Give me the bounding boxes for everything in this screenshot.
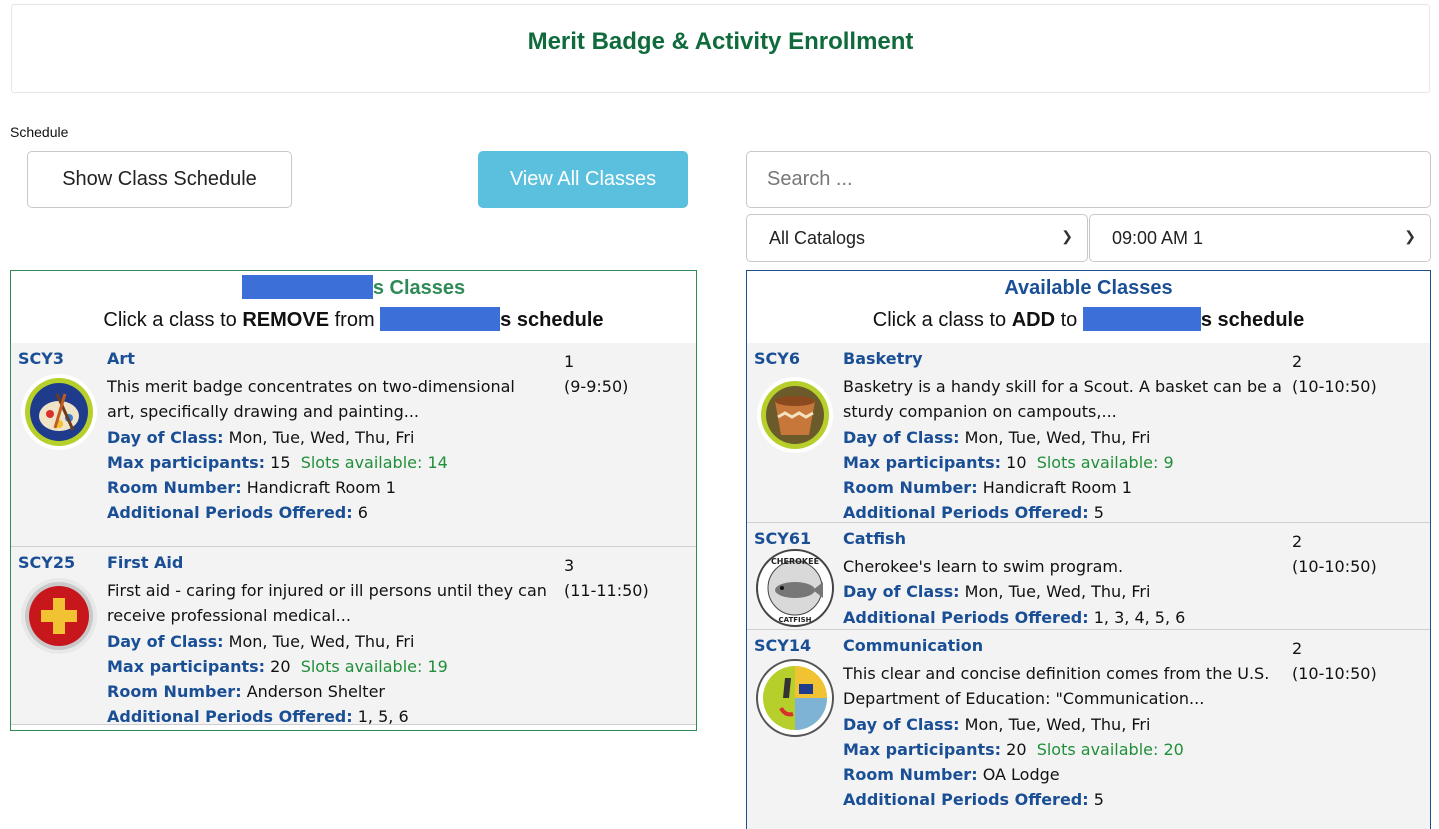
class-code: SCY61: [754, 529, 812, 548]
class-row-scy61[interactable]: SCY61 Catfish 2 (10-10:50) CHEROKEE CATF…: [747, 523, 1430, 630]
slots-available: Slots available: 19: [300, 656, 448, 676]
class-name[interactable]: Catfish: [843, 529, 906, 548]
class-name[interactable]: Communication: [843, 636, 983, 655]
chevron-down-icon: ❯: [1404, 228, 1416, 244]
schedule-label: Schedule: [10, 124, 69, 140]
class-description: This clear and concise definition comes …: [843, 664, 1270, 709]
class-details: First aid - caring for injured or ill pe…: [107, 578, 547, 730]
class-row-scy6[interactable]: SCY6 Basketry 2 (10-10:50) Basketry is a…: [747, 343, 1430, 523]
class-details: This merit badge concentrates on two-dim…: [107, 374, 547, 526]
class-description: This merit badge concentrates on two-dim…: [107, 377, 515, 422]
first-aid-badge-icon: [21, 578, 97, 654]
class-period: 2 (10-10:50): [1292, 352, 1377, 396]
available-classes-panel: Available Classes Click a class to ADD t…: [746, 270, 1431, 829]
slots-available: Slots available: 20: [1036, 739, 1184, 759]
class-code: SCY14: [754, 636, 812, 655]
time-select-value: 09:00 AM 1: [1112, 227, 1204, 248]
redacted-name: [1082, 306, 1201, 331]
available-classes-title: Available Classes: [1004, 277, 1173, 299]
class-details: This clear and concise definition comes …: [843, 661, 1288, 813]
class-details: Cherokee's learn to swim program. Day of…: [843, 554, 1288, 630]
class-period: 2 (10-10:50): [1292, 532, 1377, 576]
class-row-scy14[interactable]: SCY14 Communication 2 (10-10:50) This cl…: [747, 630, 1430, 829]
class-details: Basketry is a handy skill for a Scout. A…: [843, 374, 1288, 526]
svg-text:CATFISH: CATFISH: [778, 616, 811, 624]
svg-text:CHEROKEE: CHEROKEE: [771, 557, 819, 566]
catfish-badge-icon: CHEROKEE CATFISH: [756, 549, 834, 627]
class-name[interactable]: Basketry: [843, 349, 923, 368]
redacted-name: [241, 274, 373, 299]
art-badge-icon: [21, 374, 97, 450]
class-description: Cherokee's learn to swim program.: [843, 557, 1124, 576]
class-period: 1 (9-9:50): [564, 352, 629, 396]
my-classes-title: s Classes: [11, 274, 696, 301]
catalog-select[interactable]: All Catalogs ❯: [746, 214, 1088, 262]
view-all-classes-button[interactable]: View All Classes: [478, 151, 688, 208]
my-classes-panel: s Classes Click a class to REMOVE from s…: [10, 270, 697, 731]
class-name[interactable]: First Aid: [107, 553, 183, 572]
class-row-scy3[interactable]: SCY3 Art 1 (9-9:50) This merit badge con…: [11, 343, 696, 547]
page-title: Merit Badge & Activity Enrollment: [527, 28, 914, 55]
class-code: SCY3: [18, 349, 64, 368]
chevron-down-icon: ❯: [1061, 228, 1073, 244]
show-class-schedule-button[interactable]: Show Class Schedule: [27, 151, 292, 208]
page-header: Merit Badge & Activity Enrollment: [11, 4, 1430, 93]
class-row-scy25[interactable]: SCY25 First Aid 3 (11-11:50) First aid -…: [11, 547, 696, 726]
catalog-select-value: All Catalogs: [769, 227, 866, 248]
class-code: SCY6: [754, 349, 800, 368]
class-description: First aid - caring for injured or ill pe…: [107, 581, 547, 626]
redacted-name: [380, 306, 501, 331]
class-code: SCY25: [18, 553, 76, 572]
basketry-badge-icon: [757, 377, 833, 453]
communication-badge-icon: [756, 659, 834, 737]
class-description: Basketry is a handy skill for a Scout. A…: [843, 377, 1282, 422]
time-select[interactable]: 09:00 AM 1 ❯: [1089, 214, 1431, 262]
my-classes-subtitle: Click a class to REMOVE from s schedule: [11, 306, 696, 333]
slots-available: Slots available: 9: [1036, 452, 1174, 472]
class-period: 3 (11-11:50): [564, 556, 649, 600]
available-classes-subtitle: Click a class to ADD to s schedule: [747, 306, 1430, 333]
search-input[interactable]: [746, 151, 1431, 208]
slots-available: Slots available: 14: [300, 452, 448, 472]
class-period: 2 (10-10:50): [1292, 639, 1377, 683]
class-name[interactable]: Art: [107, 349, 135, 368]
